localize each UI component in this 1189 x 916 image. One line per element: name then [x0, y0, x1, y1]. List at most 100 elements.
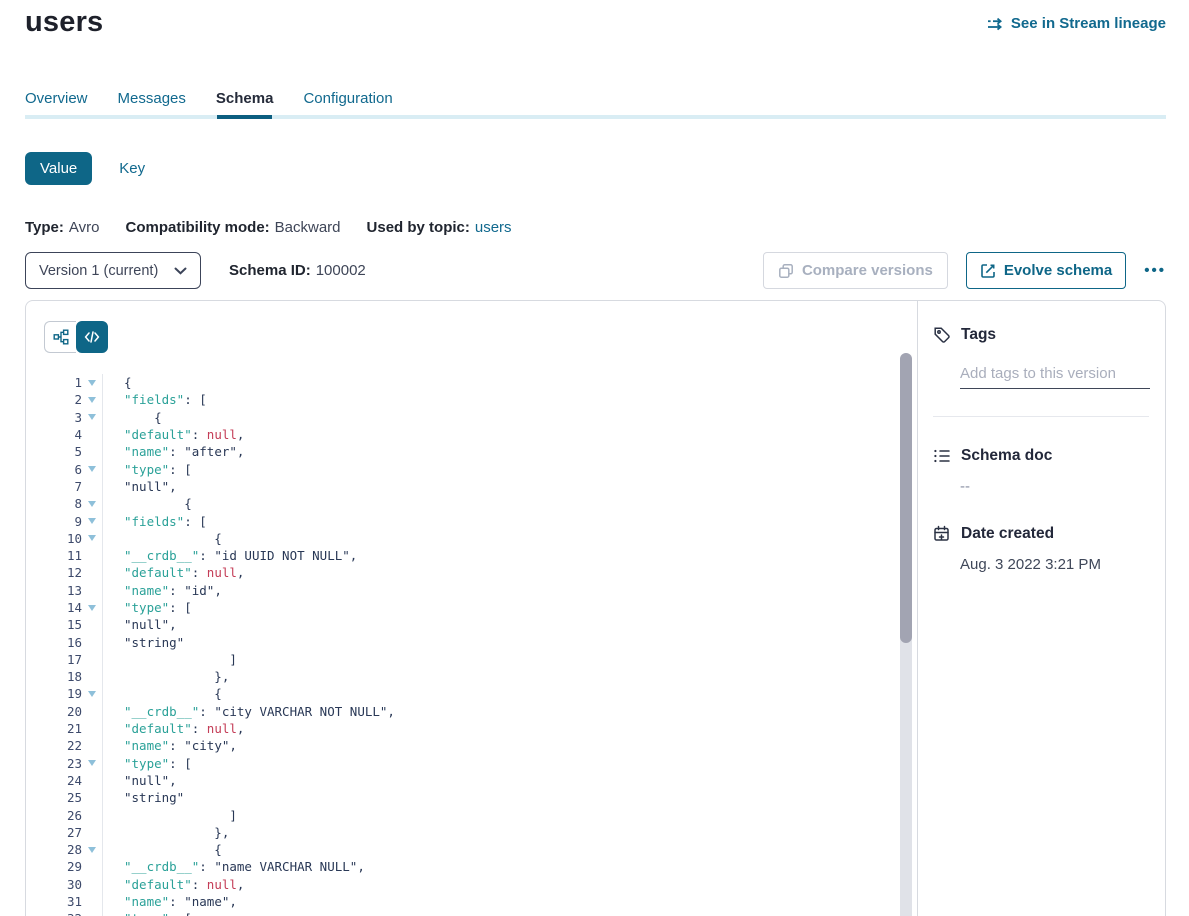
fold-toggle-icon[interactable] [82, 409, 102, 426]
tab-messages[interactable]: Messages [118, 90, 186, 111]
line-number: 24 [44, 773, 82, 788]
code-scrollbar-thumb[interactable] [900, 353, 912, 643]
line-number: 3 [44, 410, 82, 425]
line-number: 9 [44, 514, 82, 529]
active-tab-indicator [217, 115, 272, 119]
code-line: 16 "string" [44, 633, 917, 650]
fold-toggle-icon[interactable] [82, 599, 102, 616]
evolve-schema-button[interactable]: Evolve schema [966, 252, 1126, 289]
schema-doc-header: Schema doc [933, 447, 1149, 465]
code-text: "fields": [ [102, 512, 207, 529]
fold-toggle-icon[interactable] [82, 495, 102, 512]
fold-toggle-icon[interactable] [82, 755, 102, 772]
compare-versions-button[interactable]: Compare versions [763, 252, 948, 289]
version-select[interactable]: Version 1 (current) [25, 252, 201, 289]
calendar-plus-icon [933, 525, 951, 543]
line-number: 25 [44, 790, 82, 805]
code-line: 17 ] [44, 651, 917, 668]
code-line: 18 }, [44, 668, 917, 685]
key-toggle-link[interactable]: Key [119, 160, 145, 177]
code-text: "name": "name", [102, 893, 237, 910]
fold-toggle-icon[interactable] [82, 685, 102, 702]
fold-spacer [82, 772, 102, 789]
fold-toggle-icon[interactable] [82, 841, 102, 858]
code-line: 11 "__crdb__": "id UUID NOT NULL", [44, 547, 917, 564]
add-tags-input[interactable] [960, 363, 1150, 389]
stream-lineage-link[interactable]: See in Stream lineage [987, 15, 1166, 32]
fold-spacer [82, 547, 102, 564]
code-line: 3 { [44, 409, 917, 426]
code-text: "null", [102, 616, 177, 633]
line-number: 4 [44, 427, 82, 442]
fold-toggle-icon[interactable] [82, 512, 102, 529]
fold-spacer [82, 478, 102, 495]
code-text: "default": null, [102, 564, 244, 581]
fold-toggle-icon[interactable] [82, 910, 102, 916]
fold-spacer [82, 633, 102, 650]
fold-toggle-icon[interactable] [82, 530, 102, 547]
schema-doc-icon [933, 447, 951, 465]
line-number: 32 [44, 911, 82, 916]
used-by-topic-field: Used by topic:users [367, 219, 512, 236]
fold-toggle-icon[interactable] [82, 374, 102, 391]
code-view-button[interactable] [76, 321, 108, 353]
fold-spacer [82, 789, 102, 806]
fold-toggle-icon[interactable] [82, 460, 102, 477]
tags-section-header: Tags [933, 326, 1149, 344]
topic-link[interactable]: users [475, 219, 512, 236]
schema-sidebar: Tags Schema doc -- [917, 301, 1165, 916]
tab-bar: Overview Messages Schema Configuration [25, 90, 393, 111]
code-scrollbar-track[interactable] [900, 353, 912, 916]
code-text: "string" [102, 789, 184, 806]
line-number: 10 [44, 531, 82, 546]
line-number: 20 [44, 704, 82, 719]
schema-page: users See in Stream lineage Overview Mes… [0, 0, 1189, 916]
value-key-toggle: Value Key [25, 152, 145, 185]
chevron-down-icon [174, 267, 187, 275]
schema-controls-row: Version 1 (current) Schema ID:100002 Com… [25, 252, 1166, 289]
compatibility-field: Compatibility mode:Backward [125, 219, 340, 236]
stream-lineage-icon [987, 17, 1004, 31]
code-text: "type": [ [102, 910, 192, 916]
line-number: 7 [44, 479, 82, 494]
code-line: 22 "name": "city", [44, 737, 917, 754]
line-number: 30 [44, 877, 82, 892]
code-line: 26 ] [44, 806, 917, 823]
code-line: 6 "type": [ [44, 460, 917, 477]
code-text: { [102, 374, 132, 391]
code-text: { [102, 409, 162, 426]
code-text: "default": null, [102, 426, 244, 443]
line-number: 5 [44, 444, 82, 459]
fold-spacer [82, 703, 102, 720]
code-text: { [102, 530, 222, 547]
tree-view-icon [53, 329, 69, 345]
line-number: 29 [44, 859, 82, 874]
line-number: 23 [44, 756, 82, 771]
code-line: 7 "null", [44, 478, 917, 495]
tab-configuration[interactable]: Configuration [303, 90, 392, 111]
code-text: "__crdb__": "id UUID NOT NULL", [102, 547, 357, 564]
line-number: 16 [44, 635, 82, 650]
value-toggle-button[interactable]: Value [25, 152, 92, 185]
code-line: 1{ [44, 374, 917, 391]
code-line: 21 "default": null, [44, 720, 917, 737]
line-number: 26 [44, 808, 82, 823]
code-text: }, [102, 824, 229, 841]
date-created-title: Date created [961, 525, 1054, 543]
tree-view-button[interactable] [44, 321, 76, 353]
code-line: 14 "type": [ [44, 599, 917, 616]
tab-overview[interactable]: Overview [25, 90, 88, 111]
more-actions-button[interactable]: ••• [1144, 262, 1166, 279]
code-line: 15 "null", [44, 616, 917, 633]
line-number: 8 [44, 496, 82, 511]
line-number: 28 [44, 842, 82, 857]
code-line: 30 "default": null, [44, 876, 917, 893]
fold-toggle-icon[interactable] [82, 391, 102, 408]
code-text: "__crdb__": "name VARCHAR NULL", [102, 858, 365, 875]
code-text: ] [102, 651, 237, 668]
code-line: 20 "__crdb__": "city VARCHAR NOT NULL", [44, 703, 917, 720]
schema-doc-title: Schema doc [961, 447, 1052, 465]
tab-schema[interactable]: Schema [216, 90, 274, 111]
compare-versions-icon [778, 263, 794, 279]
date-created-section: Date created Aug. 3 2022 3:21 PM [933, 525, 1149, 573]
